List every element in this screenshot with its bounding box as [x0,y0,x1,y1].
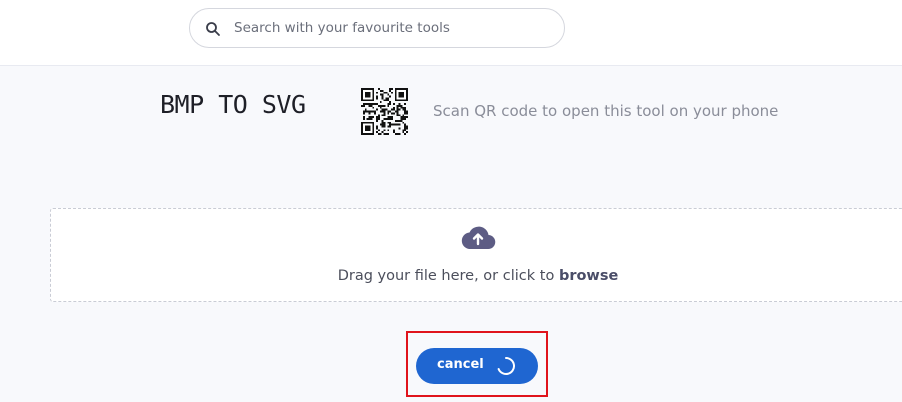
search-input[interactable] [234,9,554,47]
qr-caption: Scan QR code to open this tool on your p… [433,102,779,120]
browse-link[interactable]: browse [559,268,618,284]
page-title: BMP TO SVG [160,90,306,119]
cloud-upload-icon [461,226,496,250]
cancel-button[interactable]: cancel [416,348,538,384]
search-icon [206,22,220,36]
search-box[interactable] [189,8,565,48]
cancel-label: cancel [437,357,484,372]
dropzone-text: Drag your file here, or click to browse [51,268,902,284]
file-dropzone[interactable]: Drag your file here, or click to browse [50,208,902,302]
top-bar [0,0,902,66]
dropzone-instruction: Drag your file here, or click to [337,268,559,284]
loading-spinner-icon [497,357,515,375]
qr-code-icon [361,88,408,135]
